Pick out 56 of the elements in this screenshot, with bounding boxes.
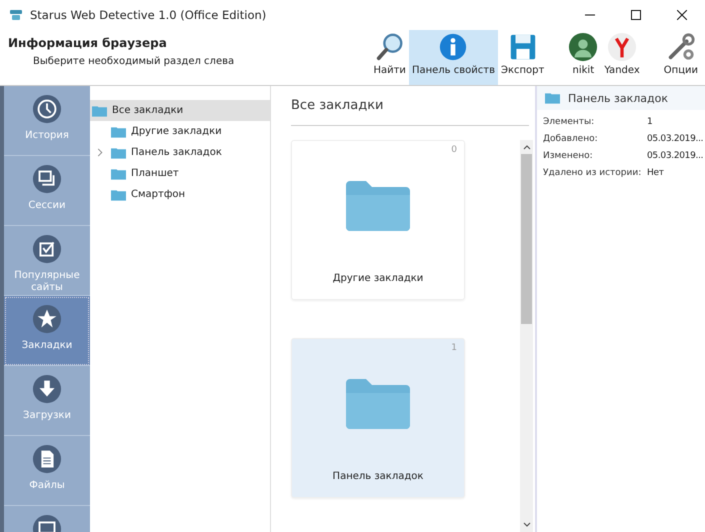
tree-item[interactable]: Планшет — [90, 163, 270, 184]
folder-card[interactable]: 1 Панель закладок — [291, 338, 465, 498]
folder-icon — [545, 92, 560, 104]
toolbar-button[interactable]: Опции — [660, 30, 701, 85]
folder-icon — [92, 104, 107, 116]
chevron-right-icon[interactable] — [97, 148, 103, 157]
toolbar-button[interactable]: Экспорт — [498, 30, 548, 85]
toolbar-button[interactable]: Найти — [370, 30, 409, 85]
checkbox-icon — [32, 234, 62, 264]
window-title: Starus Web Detective 1.0 (Office Edition) — [30, 8, 266, 22]
folder-icon — [346, 379, 410, 429]
card-label: Другие закладки — [332, 273, 424, 284]
section-title: Информация браузера — [8, 36, 168, 50]
sidebar-item[interactable]: Закладки — [4, 296, 90, 366]
tools-icon — [666, 32, 696, 62]
toolbar-button[interactable]: Панель свойств — [408, 30, 498, 85]
folder-icon — [111, 126, 126, 138]
folder-card[interactable]: 0 Другие закладки — [291, 140, 465, 300]
item-count: 0 — [451, 145, 457, 155]
tree-item[interactable]: Панель закладок — [90, 142, 270, 163]
browser-logo-icon — [607, 32, 638, 62]
avatar-icon — [568, 32, 598, 62]
clock-icon — [32, 94, 62, 124]
property-label: Добавлено: — [543, 134, 599, 144]
download-icon — [32, 374, 62, 404]
tree-item[interactable]: Все закладки — [90, 100, 270, 121]
property-label: Элементы: — [543, 117, 596, 127]
maximize-icon[interactable] — [631, 10, 641, 20]
windows-icon — [32, 164, 62, 194]
property-label: Изменено: — [543, 151, 594, 161]
tree-item[interactable]: Смартфон — [90, 184, 270, 205]
scroll-down-icon[interactable] — [522, 522, 530, 528]
section-subtitle: Выберите необходимый раздел слева — [33, 56, 236, 67]
content-title: Все закладки — [291, 98, 529, 126]
toolbar-button[interactable]: Yandex — [601, 30, 643, 85]
scroll-up-icon[interactable] — [522, 144, 530, 150]
magnifier-icon — [374, 32, 405, 62]
tree-item[interactable]: Другие закладки — [90, 121, 270, 142]
document-icon — [32, 444, 62, 474]
property-label: Удалено из истории: — [543, 168, 642, 178]
folder-icon — [111, 146, 126, 158]
property-value: 1 — [647, 117, 652, 127]
scrollbar[interactable] — [520, 140, 533, 532]
app-icon — [8, 7, 24, 23]
property-value: Нет — [647, 168, 664, 178]
properties-title: Панель закладок — [568, 92, 668, 104]
property-value: 05.03.2019... — [647, 151, 704, 161]
toolbar-button[interactable]: nikit — [565, 30, 602, 85]
card-label: Панель закладок — [332, 471, 424, 482]
folder-icon — [111, 188, 126, 200]
close-icon[interactable] — [677, 10, 687, 20]
item-count: 1 — [451, 343, 457, 353]
folder-icon — [111, 168, 126, 180]
folder-icon — [346, 181, 410, 231]
property-value: 05.03.2019... — [647, 134, 704, 144]
info-icon — [438, 32, 468, 62]
